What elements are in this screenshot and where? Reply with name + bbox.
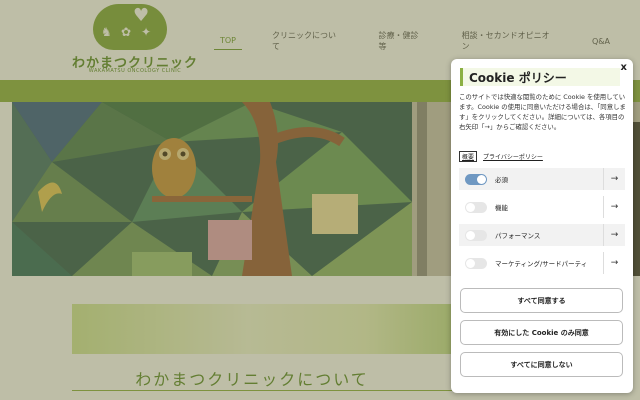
reject-all-button[interactable]: すべてに同意しない [460, 352, 623, 377]
cookie-description: このサイトでは快適な閲覧のために Cookie を使用しています。Cookie … [459, 93, 626, 131]
toggle-marketing[interactable] [465, 257, 487, 269]
details-link[interactable]: 概要 [459, 151, 478, 162]
category-label: パフォーマンス [495, 232, 541, 240]
category-label: マーケティング/サードパーティ [495, 260, 588, 268]
arrow-right-icon[interactable]: → [603, 196, 625, 218]
toggle-performance[interactable] [465, 229, 487, 241]
panel-title: Cookie ポリシー [469, 71, 567, 85]
toggle-knob [477, 174, 486, 184]
close-icon[interactable]: x [621, 62, 627, 73]
panel-links: 概要 プライバシーポリシー [459, 151, 543, 162]
arrow-right-icon[interactable]: → [603, 252, 625, 274]
accept-all-button[interactable]: すべて同意する [460, 288, 623, 313]
toggle-functional[interactable] [465, 201, 487, 213]
arrow-right-icon[interactable]: → [603, 224, 625, 246]
cookie-policy-panel: x Cookie ポリシー このサイトでは快適な閲覧のために Cookie を使… [451, 59, 633, 393]
toggle-required[interactable] [465, 173, 487, 185]
cookie-category-functional[interactable]: 機能 → [459, 196, 625, 218]
arrow-right-icon[interactable]: → [603, 168, 625, 190]
category-label: 機能 [495, 204, 508, 212]
privacy-policy-link[interactable]: プライバシーポリシー [483, 152, 543, 161]
panel-title-bar: Cookie ポリシー [460, 68, 620, 86]
toggle-knob [466, 258, 475, 268]
accept-enabled-button[interactable]: 有効にした Cookie のみ同意 [460, 320, 623, 345]
cookie-category-required[interactable]: 必須 → [459, 168, 625, 190]
cookie-category-marketing[interactable]: マーケティング/サードパーティ → [459, 252, 625, 274]
toggle-knob [466, 230, 475, 240]
category-label: 必須 [495, 176, 508, 184]
cookie-category-performance[interactable]: パフォーマンス → [459, 224, 625, 246]
toggle-knob [466, 202, 475, 212]
